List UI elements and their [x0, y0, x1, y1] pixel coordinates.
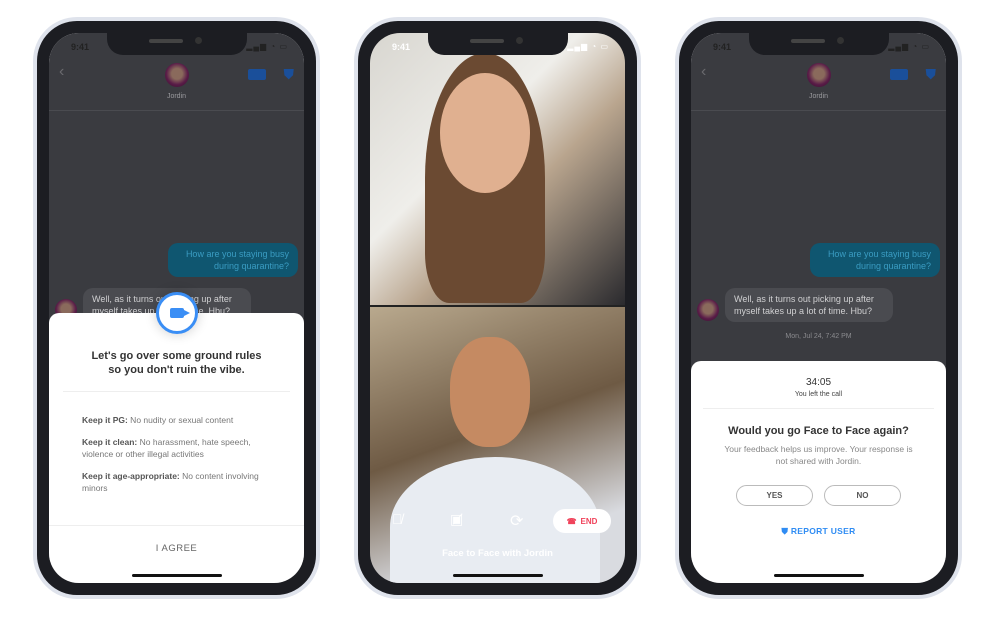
shield-icon[interactable]: ⛊: [284, 66, 295, 83]
feedback-subtext: Your feedback helps us improve. Your res…: [724, 444, 913, 466]
notch: [106, 33, 247, 55]
report-user-button[interactable]: ⛊ REPORT USER: [691, 526, 946, 537]
title-line: Let's go over some ground rules: [91, 350, 262, 362]
phone-ground-rules: 9:41 ▂▄▆ ◔ ▭ ‹ Jordin ⛊ How are you stay…: [33, 17, 320, 599]
hang-up-icon: ☎: [566, 516, 577, 526]
end-call-button[interactable]: ☎ END: [553, 509, 611, 533]
divider: [63, 391, 290, 392]
status-icons: ▂▄▆ ◔ ▭: [246, 42, 288, 51]
rule-label: Keep it clean:: [82, 437, 138, 447]
flip-camera-icon[interactable]: ⟳: [510, 511, 523, 531]
notch: [748, 33, 889, 55]
back-icon[interactable]: ‹: [701, 63, 706, 81]
end-label: END: [580, 516, 598, 526]
status-time: 9:41: [392, 42, 411, 52]
notch: [427, 33, 568, 55]
rule-item: Keep it clean: No harassment, hate speec…: [49, 436, 304, 460]
call-caption: Face to Face with Jordin: [442, 548, 553, 559]
back-icon[interactable]: ‹: [59, 63, 64, 81]
home-indicator: [452, 574, 543, 577]
mic-off-icon[interactable]: 🎙̸: [392, 511, 403, 527]
no-button[interactable]: NO: [824, 485, 901, 506]
divider: [703, 408, 934, 409]
feedback-buttons: YES NO: [691, 485, 946, 506]
call-status: You left the call: [794, 391, 843, 398]
contact-name: Jordin: [166, 93, 187, 100]
message-avatar: [697, 299, 719, 321]
report-label: REPORT USER: [790, 526, 856, 536]
local-face: [450, 337, 530, 447]
video-camera-icon: [155, 292, 198, 334]
call-duration: 34:05: [805, 377, 832, 388]
contact-name: Jordin: [808, 93, 829, 100]
status-icons: ▂▄▆ ◔ ▭: [567, 42, 609, 51]
local-video: [370, 307, 625, 583]
home-indicator: [773, 574, 864, 577]
message-outgoing: How are you staying busy during quaranti…: [810, 243, 940, 277]
ground-rules-sheet: Let's go over some ground rules so you do…: [49, 292, 304, 583]
message-timestamp: Mon, Jul 24, 7:42 PM: [785, 333, 852, 340]
message-outgoing: How are you staying busy during quaranti…: [168, 243, 298, 277]
status-time: 9:41: [713, 42, 732, 52]
rule-item: Keep it age-appropriate: No content invo…: [49, 470, 304, 494]
rule-item: Keep it PG: No nudity or sexual content: [49, 414, 304, 426]
status-time: 9:41: [71, 42, 90, 52]
call-controls: 🎙̸ ▣̸ ⟳ ☎ END: [370, 509, 625, 533]
avatar[interactable]: [806, 63, 831, 87]
feedback-sheet: 34:05 You left the call Would you go Fac…: [691, 361, 946, 583]
rule-label: Keep it age-appropriate:: [82, 471, 180, 481]
camera-off-icon[interactable]: ▣̸: [450, 511, 463, 528]
avatar[interactable]: [164, 63, 189, 87]
remote-face: [440, 73, 530, 193]
rule-text: No nudity or sexual content: [127, 415, 234, 425]
phone-video-call: 9:41 ▂▄▆ ◔ ▭ 🎙̸ ▣̸ ⟳ ☎ END Face to Face w…: [354, 17, 641, 599]
remote-video: [370, 33, 625, 305]
status-icons: ▂▄▆ ◔ ▭: [888, 42, 930, 51]
home-indicator: [131, 574, 222, 577]
title-line: so you don't ruin the vibe.: [108, 364, 245, 376]
rule-label: Keep it PG:: [82, 415, 128, 425]
feedback-question: Would you go Face to Face again?: [728, 425, 909, 437]
video-call-icon[interactable]: [248, 69, 266, 80]
phone-feedback: 9:41 ▂▄▆ ◔ ▭ ‹ Jordin ⛊ How are you stay…: [675, 17, 962, 599]
shield-icon: ⛊: [781, 526, 791, 536]
shield-icon[interactable]: ⛊: [926, 66, 937, 83]
video-call-icon[interactable]: [890, 69, 908, 80]
message-incoming: Well, as it turns out picking up after m…: [725, 288, 893, 322]
yes-button[interactable]: YES: [736, 485, 813, 506]
